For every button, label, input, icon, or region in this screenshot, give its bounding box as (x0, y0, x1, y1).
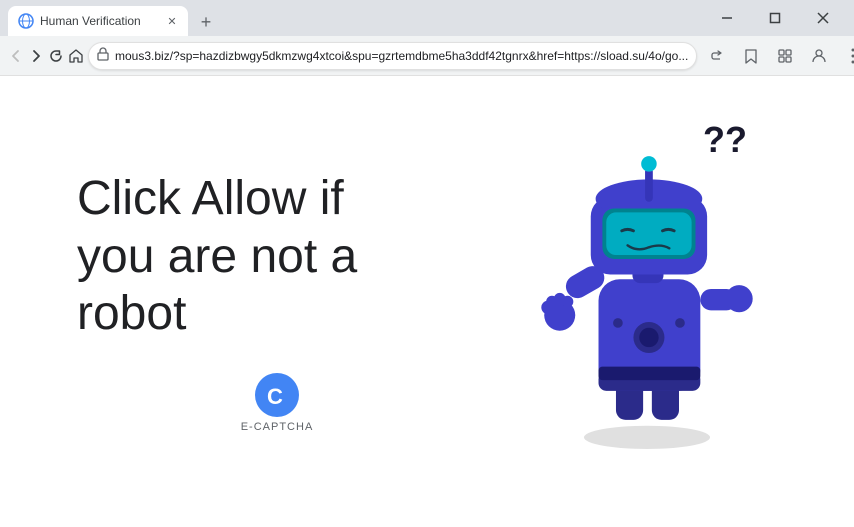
url-text: mous3.biz/?sp=hazdizbwgy5dkmzwg4xtcoi&sp… (115, 49, 688, 63)
lock-icon (97, 47, 109, 64)
tab-close-button[interactable]: ✕ (164, 13, 180, 29)
profile-button[interactable] (803, 40, 835, 72)
new-tab-button[interactable]: + (192, 8, 220, 36)
main-heading: Click Allow if you are not a robot (77, 170, 477, 343)
active-tab[interactable]: Human Verification ✕ (8, 6, 188, 36)
text-section: Click Allow if you are not a robot C E-C… (77, 170, 477, 433)
title-bar: Human Verification ✕ + (0, 0, 854, 36)
address-bar[interactable]: mous3.biz/?sp=hazdizbwgy5dkmzwg4xtcoi&sp… (88, 42, 697, 70)
bookmark-button[interactable] (735, 40, 767, 72)
robot-section: ?? (517, 129, 777, 474)
question-marks: ?? (703, 119, 747, 161)
heading-line1: Click Allow if (77, 170, 477, 228)
tab-favicon (18, 13, 34, 29)
tab-title: Human Verification (40, 14, 158, 28)
menu-button[interactable] (837, 40, 854, 72)
captcha-logo: C (255, 373, 299, 417)
share-button[interactable] (701, 40, 733, 72)
robot-illustration (537, 129, 757, 449)
home-button[interactable] (68, 40, 84, 72)
heading-line3: robot (77, 285, 477, 343)
robot-container: ?? (537, 129, 757, 454)
maximize-button[interactable] (752, 0, 798, 36)
minimize-button[interactable] (704, 0, 750, 36)
nav-bar: mous3.biz/?sp=hazdizbwgy5dkmzwg4xtcoi&sp… (0, 36, 854, 76)
heading-line2: you are not a (77, 228, 477, 286)
nav-actions (701, 40, 854, 72)
window-controls (704, 0, 854, 36)
close-button[interactable] (800, 0, 846, 36)
extensions-button[interactable] (769, 40, 801, 72)
back-button[interactable] (8, 40, 24, 72)
page-content: Click Allow if you are not a robot C E-C… (0, 76, 854, 527)
captcha-label: E-CAPTCHA (241, 421, 314, 433)
content-area: Click Allow if you are not a robot C E-C… (77, 129, 777, 474)
svg-text:C: C (267, 384, 283, 408)
forward-button[interactable] (28, 40, 44, 72)
chrome-window: Human Verification ✕ + (0, 0, 854, 527)
tab-bar: Human Verification ✕ + (0, 0, 704, 36)
captcha-brand: C E-CAPTCHA (77, 373, 477, 433)
refresh-button[interactable] (48, 40, 64, 72)
